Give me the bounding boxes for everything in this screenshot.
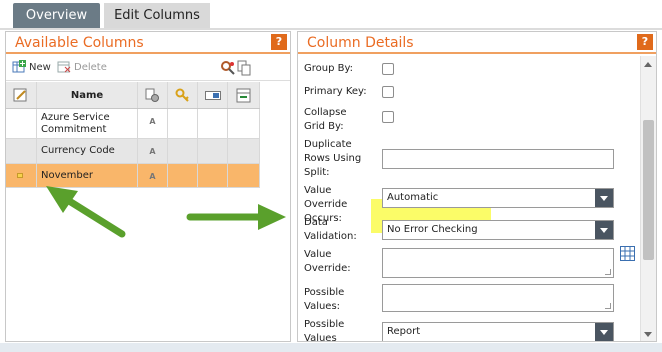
- row-select-cell[interactable]: [6, 109, 37, 138]
- column-type: A: [138, 109, 168, 138]
- new-grid-icon: [12, 60, 26, 73]
- group-by-label: Group By:: [304, 63, 354, 74]
- value-override-occurs-select[interactable]: Automatic: [382, 188, 614, 208]
- split-cell: [228, 164, 260, 187]
- tab-overview[interactable]: Overview: [13, 3, 100, 28]
- value-override-occurs-value: Automatic: [387, 192, 439, 203]
- tab-bar: Overview Edit Columns: [0, 0, 662, 28]
- details-scrollbar[interactable]: [640, 56, 656, 341]
- header-edit-cell: [6, 82, 37, 108]
- collapse-grid-label: Collapse Grid By:: [304, 107, 347, 132]
- data-validation-value: No Error Checking: [387, 224, 478, 235]
- key-icon: [175, 88, 189, 102]
- resize-grip-icon[interactable]: [605, 269, 611, 275]
- data-validation-select[interactable]: No Error Checking: [382, 220, 614, 240]
- delete-label: Delete: [74, 62, 107, 73]
- value-override-input[interactable]: [382, 248, 614, 278]
- columns-toolbar: New Delete: [6, 56, 290, 81]
- toggle-icon: [205, 91, 221, 100]
- tab-edit-columns[interactable]: Edit Columns: [104, 3, 210, 28]
- grid-header: Name: [6, 82, 260, 109]
- tools-icon[interactable]: [220, 60, 236, 76]
- header-type-cell: [138, 82, 168, 108]
- column-details-form: Group By: Primary Key: Collapse Grid By:…: [298, 56, 640, 341]
- header-toggle-cell: [198, 82, 228, 108]
- possible-values-context-value: Report: [387, 326, 421, 337]
- delete-grid-icon: [57, 61, 71, 73]
- column-name: November: [37, 164, 138, 187]
- available-columns-panel: Available Columns ? New Delete Name Azur…: [5, 31, 291, 342]
- help-icon[interactable]: ?: [637, 34, 653, 50]
- header-key-cell: [168, 82, 198, 108]
- new-label: New: [29, 62, 51, 73]
- grid-picker-icon[interactable]: [620, 246, 635, 261]
- split-cell: [228, 109, 260, 138]
- possible-values-label: Possible Values:: [304, 287, 345, 312]
- copy-icon[interactable]: [236, 60, 252, 76]
- columns-grid: Name Azure Service Commitment A Currency…: [6, 82, 260, 188]
- toggle-cell: [198, 109, 228, 138]
- primary-key-checkbox[interactable]: [382, 86, 394, 98]
- split-icon: [236, 88, 251, 103]
- group-by-checkbox[interactable]: [382, 63, 394, 75]
- key-cell: [168, 139, 198, 163]
- resize-grip-icon[interactable]: [605, 303, 611, 309]
- duplicate-rows-input[interactable]: [382, 149, 614, 169]
- row-select-cell[interactable]: [6, 164, 37, 187]
- delete-button[interactable]: Delete: [57, 60, 107, 76]
- available-columns-title: Available Columns: [6, 32, 290, 54]
- scroll-up-icon[interactable]: [644, 62, 652, 67]
- column-type: A: [138, 164, 168, 187]
- column-name: Azure Service Commitment: [37, 109, 138, 138]
- row-select-cell[interactable]: [6, 139, 37, 163]
- possible-values-context-label: Possible Values Context:: [304, 319, 345, 341]
- column-type: A: [138, 139, 168, 163]
- duplicate-rows-label: Duplicate Rows Using Split:: [304, 139, 362, 178]
- column-name: Currency Code: [37, 139, 138, 163]
- scroll-thumb[interactable]: [643, 120, 654, 260]
- selected-row-icon: [17, 173, 23, 178]
- value-override-label: Value Override:: [304, 249, 351, 274]
- chevron-down-icon[interactable]: [595, 221, 613, 239]
- chevron-down-icon[interactable]: [595, 323, 613, 341]
- key-cell: [168, 109, 198, 138]
- edit-icon: [13, 88, 27, 102]
- toggle-cell: [198, 164, 228, 187]
- scroll-down-icon[interactable]: [644, 332, 652, 337]
- split-cell: [228, 139, 260, 163]
- grid-row-azure-service-commitment[interactable]: Azure Service Commitment A: [6, 109, 260, 139]
- bottom-bar: [0, 343, 662, 352]
- grid-row-currency-code[interactable]: Currency Code A: [6, 139, 260, 164]
- new-button[interactable]: New: [12, 60, 51, 76]
- toggle-cell: [198, 139, 228, 163]
- data-validation-label: Data Validation:: [304, 217, 357, 242]
- gear-icon: [145, 88, 159, 102]
- primary-key-label: Primary Key:: [304, 86, 367, 97]
- help-icon[interactable]: ?: [271, 34, 287, 50]
- header-name[interactable]: Name: [37, 82, 138, 108]
- possible-values-input[interactable]: [382, 284, 614, 312]
- possible-values-context-select[interactable]: Report: [382, 322, 614, 341]
- collapse-grid-checkbox[interactable]: [382, 111, 394, 123]
- header-split-cell: [228, 82, 260, 108]
- column-details-title: Column Details: [298, 32, 656, 54]
- key-cell: [168, 164, 198, 187]
- grid-row-november[interactable]: November A: [6, 164, 260, 188]
- chevron-down-icon[interactable]: [595, 189, 613, 207]
- tab-divider: [0, 28, 662, 30]
- column-details-panel: Column Details ? Group By: Primary Key: …: [297, 31, 657, 342]
